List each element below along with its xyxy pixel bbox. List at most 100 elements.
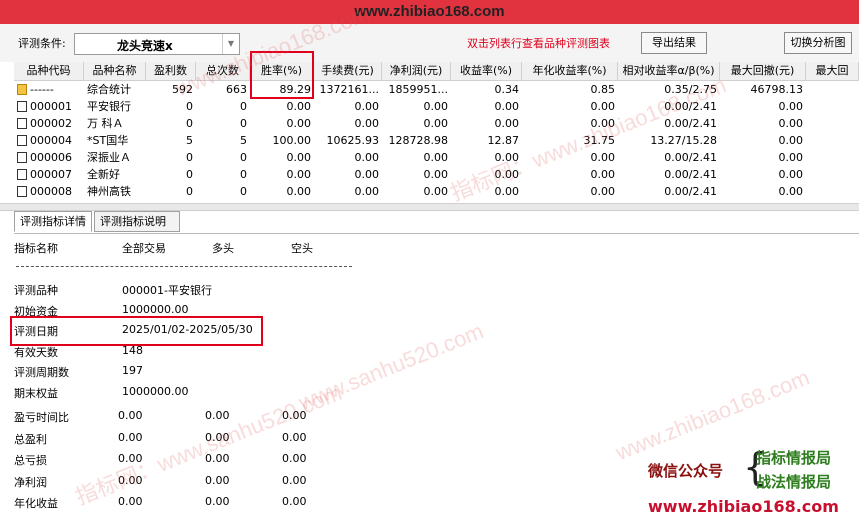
table-row[interactable]: 000004 *ST国华 5 5 100.00 10625.93 128728.98 12.8…: [14, 132, 859, 149]
cell-text: 663: [226, 83, 247, 96]
column-header[interactable]: 最大回撤(元): [720, 62, 806, 80]
tab-metric-description[interactable]: 评测指标说明: [94, 211, 180, 232]
table-cell: 0.00: [314, 98, 382, 115]
cell-text: 000007: [30, 168, 72, 181]
cell-text: 0: [186, 100, 193, 113]
table-cell: 0.00: [451, 115, 522, 132]
document-icon: [17, 186, 27, 197]
table-row[interactable]: 000007 全新好 0 0 0.00 0.00 0.00 0.00 0.00 0.00/2.41…: [14, 166, 859, 183]
folder-icon: [17, 84, 27, 95]
results-table: 品种代码 品种名称 盈利数 总次数 胜率(%) 手续费(元) 净利润(元) 收益率(%) 年化收…: [14, 62, 859, 202]
table-cell: 0.00: [720, 149, 806, 166]
table-cell: 0: [146, 98, 196, 115]
table-cell: 0: [146, 183, 196, 200]
table-cell: 0.00: [522, 98, 618, 115]
toolbar: 评测条件: 龙头竞速x ▼ 双击列表行查看品种评测图表 导出结果 切换分析图: [0, 24, 859, 62]
cell-text: 0.00: [286, 117, 312, 130]
condition-select[interactable]: 龙头竞速x ▼: [74, 33, 240, 55]
table-cell: 全新好: [84, 166, 146, 183]
table-cell: 神州高铁: [84, 183, 146, 200]
cell-text: 13.27/15.28: [650, 134, 717, 147]
cell-text: 万 科Ａ: [87, 117, 124, 130]
table-row[interactable]: 000006 深振业Ａ 0 0 0.00 0.00 0.00 0.00 0.00 0.00/2.4…: [14, 149, 859, 166]
table-row[interactable]: 000001 平安银行 0 0 0.00 0.00 0.00 0.00 0.00 0.00/2.4…: [14, 98, 859, 115]
cell-text: 0: [240, 117, 247, 130]
cell-text: 000004: [30, 134, 72, 147]
metric-value-all: 0.00: [118, 409, 143, 422]
column-header[interactable]: 手续费(元): [314, 62, 382, 80]
switch-chart-button[interactable]: 切换分析图: [784, 32, 852, 54]
cell-text: 0.00: [354, 117, 380, 130]
cell-text: 平安银行: [87, 100, 131, 113]
table-cell: 0.00: [720, 98, 806, 115]
column-header[interactable]: 品种代码: [14, 62, 84, 80]
table-row[interactable]: 000002 万 科Ａ 0 0 0.00 0.00 0.00 0.00 0.00 0.00/2.4…: [14, 115, 859, 132]
promo-block: 微信公众号 { 指标情报局 战法情报局 www.zhibiao168.com: [638, 446, 856, 522]
table-cell: 0: [196, 115, 250, 132]
cell-text: 0.00: [423, 185, 449, 198]
table-row[interactable]: 000008 神州高铁 0 0 0.00 0.00 0.00 0.00 0.00 0.00/2.4…: [14, 183, 859, 200]
cell-text: 0.00: [354, 185, 380, 198]
cell-text: ------: [30, 83, 54, 96]
column-header[interactable]: 收益率(%): [451, 62, 522, 80]
table-row[interactable]: ------ 综合统计 592 663 89.29 1372161... 1859951..…: [14, 81, 859, 98]
table-cell: 100.00: [250, 132, 314, 149]
table-cell: 0: [196, 166, 250, 183]
table-cell: 0.00: [250, 98, 314, 115]
cell-text: 0.00: [423, 117, 449, 130]
table-cell: 0.00: [382, 149, 451, 166]
cell-text: 100.00: [272, 134, 312, 147]
metric-label: 净利润: [14, 475, 47, 489]
cell-text: 0: [186, 185, 193, 198]
table-cell: 000002: [14, 115, 84, 132]
table-cell: *ST国华: [84, 132, 146, 149]
table-cell: 0.00: [314, 166, 382, 183]
table-cell: 平安银行: [84, 98, 146, 115]
cell-text: 0.00: [423, 168, 449, 181]
table-cell: 0: [196, 98, 250, 115]
column-header[interactable]: 年化收益率(%): [522, 62, 618, 80]
report-header-short: 空头: [291, 242, 313, 255]
table-cell: 0.00/2.41: [618, 166, 720, 183]
cell-text: 1372161...: [319, 83, 379, 96]
table-cell: 0.00: [382, 183, 451, 200]
double-click-hint: 双击列表行查看品种评测图表: [467, 37, 610, 50]
table-cell: 46798.13: [720, 81, 806, 98]
splitter[interactable]: [0, 203, 859, 211]
document-icon: [17, 118, 27, 129]
report-item-value: 1000000.00: [122, 384, 189, 398]
report-item-value: 000001-平安银行: [122, 284, 212, 297]
report-item-label: 期末权益: [14, 386, 58, 400]
metric-value-short: 0.00: [282, 495, 307, 508]
cell-text: 0: [186, 151, 193, 164]
table-cell: 12.87: [451, 132, 522, 149]
cell-text: 0.00/2.41: [664, 168, 717, 181]
cell-text: 0.00: [354, 100, 380, 113]
table-cell: 0.00: [720, 166, 806, 183]
metric-label: 总亏损: [14, 454, 47, 467]
column-header[interactable]: 净利润(元): [382, 62, 451, 80]
table-cell: 0.00: [314, 183, 382, 200]
table-cell: 000004: [14, 132, 84, 149]
cell-text: 000002: [30, 117, 72, 130]
tab-metric-details[interactable]: 评测指标详情: [14, 211, 92, 232]
table-cell: 000001: [14, 98, 84, 115]
cell-text: 0.00/2.41: [664, 151, 717, 164]
cell-text: 12.87: [487, 134, 520, 147]
cell-text: 0.00: [423, 151, 449, 164]
table-cell: 128728.98: [382, 132, 451, 149]
column-header[interactable]: 品种名称: [84, 62, 146, 80]
column-header[interactable]: 最大回: [806, 62, 859, 80]
table-cell: 0.00/2.41: [618, 183, 720, 200]
cell-text: 5: [186, 134, 193, 147]
export-button[interactable]: 导出结果: [641, 32, 707, 54]
cell-text: 0.00: [590, 168, 616, 181]
cell-text: 0: [186, 168, 193, 181]
cell-text: 000008: [30, 185, 72, 198]
table-cell: 0.00: [382, 98, 451, 115]
table-cell: 000007: [14, 166, 84, 183]
table-cell: 0.00: [382, 115, 451, 132]
site-title: www.zhibiao168.com: [354, 3, 505, 20]
table-cell: 0.00: [314, 115, 382, 132]
table-cell: 0: [146, 166, 196, 183]
